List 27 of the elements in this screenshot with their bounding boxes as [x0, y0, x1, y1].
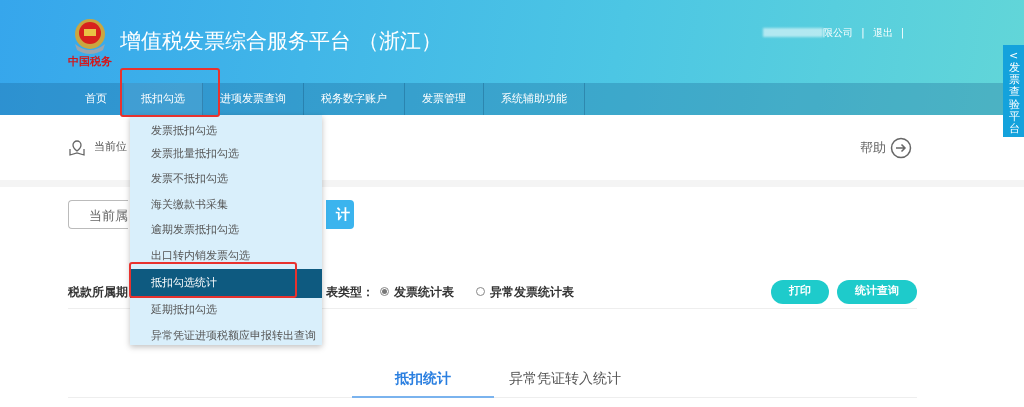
- report-type-label: 表类型：: [326, 283, 374, 301]
- nav-item[interactable]: 首页: [68, 83, 124, 115]
- logo-text: 中国税务: [68, 56, 112, 67]
- menu-item[interactable]: 异常凭证进项税额应申报转出查询: [130, 323, 322, 349]
- separator: |: [900, 26, 904, 40]
- radio-option[interactable]: 异常发票统计表: [476, 282, 574, 301]
- period-label: 税款所属期: [68, 283, 128, 301]
- breadcrumb-text: 当前位: [94, 139, 127, 156]
- period-field[interactable]: 当前属: [68, 200, 128, 229]
- company-name: 限公司: [823, 26, 854, 40]
- page-title: 增值税发票综合服务平台 （浙江）: [120, 27, 442, 55]
- menu-item[interactable]: 发票抵扣勾选: [130, 117, 322, 141]
- separator: |: [861, 26, 865, 40]
- tab[interactable]: 抵扣统计: [352, 362, 494, 398]
- redacted-text: [763, 28, 824, 37]
- menu-item[interactable]: 逾期发票抵扣勾选: [130, 217, 322, 243]
- arrow-right-icon: [890, 136, 912, 159]
- menu-item[interactable]: 发票批量抵扣勾选: [130, 141, 322, 167]
- help-link[interactable]: 帮助: [860, 136, 912, 159]
- menu-item[interactable]: 延期抵扣勾选: [130, 297, 322, 323]
- menu-item[interactable]: 出口转内销发票勾选: [130, 243, 322, 269]
- menu-item[interactable]: 发票不抵扣勾选: [130, 166, 322, 192]
- menu-item[interactable]: 抵扣勾选统计: [130, 268, 322, 298]
- radio-option[interactable]: 发票统计表: [380, 282, 454, 301]
- tab[interactable]: 异常凭证转入统计: [494, 362, 636, 398]
- map-pin-icon: [68, 138, 86, 157]
- menu-item[interactable]: 海关缴款书采集: [130, 192, 322, 218]
